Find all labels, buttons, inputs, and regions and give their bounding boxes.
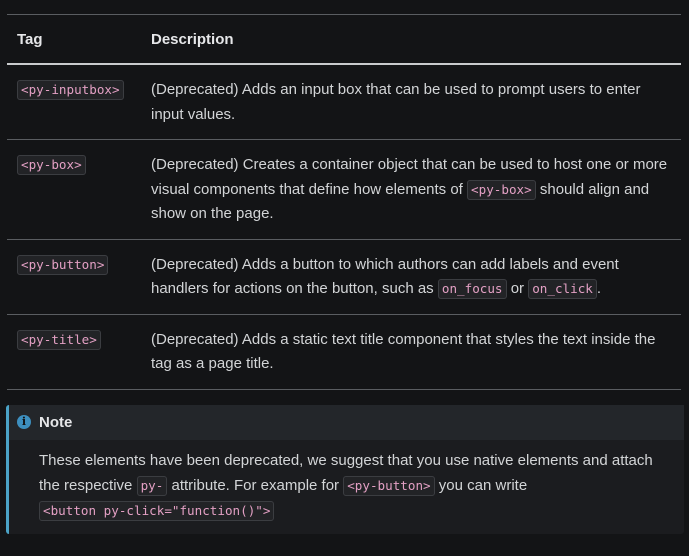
table-header: Tag Description <box>7 15 681 65</box>
note-body: These elements have been deprecated, we … <box>9 440 684 523</box>
row-description: (Deprecated) Creates a container object … <box>151 156 668 222</box>
tags-table: Tag Description <py-inputbox> (Deprecate… <box>7 14 681 390</box>
tag-code: <py-box> <box>17 155 86 175</box>
note-title: Note <box>39 414 73 431</box>
table-row: <py-button> (Deprecated) Adds a button t… <box>7 240 681 315</box>
inline-code: py- <box>136 476 168 496</box>
inline-code: on_click <box>528 279 597 299</box>
table-row: <py-title> (Deprecated) Adds a static te… <box>7 315 681 390</box>
header-description: Description <box>151 31 234 48</box>
inline-code: <button py-click="function()"> <box>39 501 275 521</box>
row-description: (Deprecated) Adds a button to which auth… <box>151 255 619 299</box>
note-admonition: i Note These elements have been deprecat… <box>6 405 684 534</box>
tag-code: <py-inputbox> <box>17 80 124 100</box>
row-description: (Deprecated) Adds an input box that can … <box>151 81 641 123</box>
table-row: <py-inputbox> (Deprecated) Adds an input… <box>7 65 681 140</box>
inline-code: on_focus <box>437 279 507 299</box>
inline-code: <py-button> <box>343 476 435 496</box>
note-header: i Note <box>9 405 684 440</box>
table-row: <py-box> (Deprecated) Creates a containe… <box>7 140 681 240</box>
row-description: (Deprecated) Adds a static text title co… <box>151 330 656 373</box>
tag-code: <py-title> <box>17 329 101 350</box>
inline-code: <py-box> <box>467 179 536 200</box>
tag-code: <py-button> <box>17 254 109 275</box>
info-icon: i <box>17 415 31 429</box>
header-tag: Tag <box>17 31 43 48</box>
